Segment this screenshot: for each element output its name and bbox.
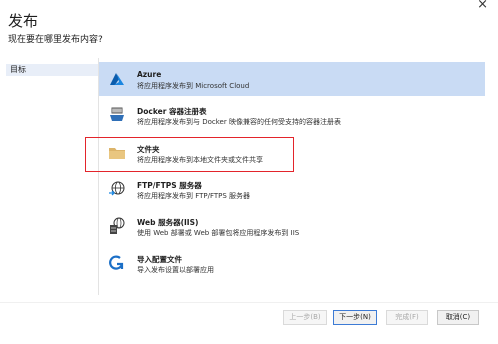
left-nav: 目标 <box>6 64 98 76</box>
publish-dialog: × 发布 现在要在哪里发布内容? 目标 Azure 将应用程序发布到 Micro… <box>0 0 498 344</box>
finish-button[interactable]: 完成(F) <box>386 310 428 325</box>
option-title: 导入配置文件 <box>137 255 182 264</box>
option-description: 将应用程序发布到 Microsoft Cloud <box>137 82 250 90</box>
option-ftp[interactable]: FTP/FTPS 服务器 将应用程序发布到 FTP/FTPS 服务器 <box>99 172 485 206</box>
option-description: 导入发布设置以部署应用 <box>137 266 214 274</box>
option-web-server-iis[interactable]: Web 服务器(IIS) 使用 Web 部署或 Web 部署包将应用程序发布到 … <box>99 209 485 243</box>
cancel-button[interactable]: 取消(C) <box>437 310 479 325</box>
highlight-annotation-box <box>85 137 294 172</box>
ftp-globe-icon <box>108 180 126 198</box>
next-button[interactable]: 下一步(N) <box>333 310 377 325</box>
back-button[interactable]: 上一步(B) <box>283 310 327 325</box>
option-title: FTP/FTPS 服务器 <box>137 181 202 190</box>
option-title: Docker 容器注册表 <box>137 107 207 116</box>
dialog-footer: 上一步(B) 下一步(N) 完成(F) 取消(C) <box>0 310 498 332</box>
dialog-title: 发布 <box>8 12 39 30</box>
option-description: 将应用程序发布到 FTP/FTPS 服务器 <box>137 192 251 200</box>
import-profile-icon <box>108 254 126 272</box>
close-icon[interactable]: × <box>477 0 488 12</box>
option-description: 使用 Web 部署或 Web 部署包将应用程序发布到 IIS <box>137 229 300 237</box>
option-docker[interactable]: Docker 容器注册表 将应用程序发布到与 Docker 映像兼容的任何受支持… <box>99 98 485 132</box>
azure-icon <box>108 70 126 88</box>
footer-divider <box>0 302 498 303</box>
nav-item-target[interactable]: 目标 <box>6 64 98 76</box>
option-title: Azure <box>137 70 162 79</box>
option-description: 将应用程序发布到与 Docker 映像兼容的任何受支持的容器注册表 <box>137 118 341 126</box>
dialog-subtitle: 现在要在哪里发布内容? <box>8 35 103 45</box>
option-azure[interactable]: Azure 将应用程序发布到 Microsoft Cloud <box>99 62 485 96</box>
web-server-icon <box>108 217 126 235</box>
docker-icon <box>108 106 126 124</box>
option-import-profile[interactable]: 导入配置文件 导入发布设置以部署应用 <box>99 246 485 280</box>
option-title: Web 服务器(IIS) <box>137 218 199 227</box>
publish-target-list: Azure 将应用程序发布到 Microsoft Cloud Docker 容器… <box>98 58 485 295</box>
